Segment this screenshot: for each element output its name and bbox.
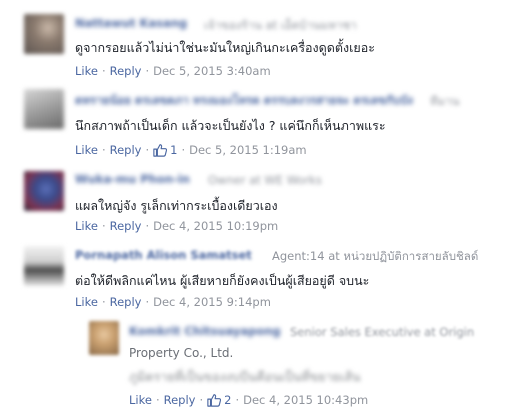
separator-dot: ·: [101, 295, 106, 309]
commenter-job-continued: Property Co., Ltd.: [129, 346, 234, 360]
avatar[interactable]: [89, 321, 119, 355]
avatar[interactable]: [24, 246, 64, 286]
comment-actions: Like · Reply · Dec 4, 2015 9:14pm: [75, 295, 271, 309]
commenter-name[interactable]: Pornapath Alison Samatset: [75, 248, 252, 262]
comment-timestamp[interactable]: Dec 5, 2015 3:40am: [153, 64, 271, 78]
like-link[interactable]: Like: [75, 219, 98, 233]
comment-text: ภูมิตรายที่เป็นของงบบีนคือนเป็นที่ขยายเส…: [129, 369, 361, 384]
commenter-name[interactable]: Wuka-mu Phon-in: [75, 172, 190, 186]
commenter-name[interactable]: Nattawut Kasang: [75, 16, 187, 30]
separator-dot: ·: [145, 219, 150, 233]
separator-dot: ·: [101, 219, 106, 233]
reply-link[interactable]: Reply: [164, 393, 196, 407]
comment-text: ดูจากรอยแล้วไม่น่าใช่นะมันใหญ่เกินกะเครื…: [75, 40, 375, 55]
avatar[interactable]: [24, 89, 64, 129]
avatar[interactable]: [24, 171, 64, 211]
comment-actions: Like · Reply · 2 · Dec 4, 2015 10:43pm: [129, 393, 368, 407]
commenter-job: Agent:14 at หน่วยปฏิบัติการสายลับชิลด์: [272, 249, 479, 263]
reply-link[interactable]: Reply: [110, 143, 142, 157]
thumbs-up-icon[interactable]: [153, 143, 168, 157]
commenter-job: Owner at WE Works: [208, 173, 322, 187]
like-link[interactable]: Like: [75, 295, 98, 309]
avatar[interactable]: [24, 14, 64, 54]
reply-link[interactable]: Reply: [110, 219, 142, 233]
like-count[interactable]: 2: [224, 393, 231, 407]
separator-dot: ·: [199, 393, 204, 407]
comment-timestamp[interactable]: Dec 5, 2015 1:19am: [189, 143, 307, 157]
commenter-job: เจ้าของร้าน at เอ็ดบ้านมหาชา: [204, 18, 357, 32]
separator-dot: ·: [145, 143, 150, 157]
comment-text: นึกสภาพถ้าเป็นเด็ก แล้วจะเป็นยังไง ? แค่…: [75, 118, 386, 133]
comment-text: ต่อให้ดีพลิกแค่ไหน ผู้เสียหายก็ยังคงเป็น…: [75, 273, 370, 288]
separator-dot: ·: [145, 64, 150, 78]
thumbs-up-icon[interactable]: [207, 393, 222, 407]
separator-dot: ·: [235, 393, 240, 407]
commenter-job: ทีมาน: [430, 94, 460, 108]
commenter-name[interactable]: Komkrit Chitsuayapong: [129, 324, 281, 338]
like-link[interactable]: Like: [75, 143, 98, 157]
comment-actions: Like · Reply · 1 · Dec 5, 2015 1:19am: [75, 143, 307, 157]
like-link[interactable]: Like: [75, 64, 98, 78]
separator-dot: ·: [101, 143, 106, 157]
reply-link[interactable]: Reply: [110, 295, 142, 309]
comment-timestamp[interactable]: Dec 4, 2015 10:19pm: [153, 219, 278, 233]
comment-timestamp[interactable]: Dec 4, 2015 10:43pm: [243, 393, 368, 407]
commenter-job: Senior Sales Executive at Origin: [290, 325, 475, 339]
comment-timestamp[interactable]: Dec 4, 2015 9:14pm: [153, 295, 271, 309]
comment-actions: Like · Reply · Dec 5, 2015 3:40am: [75, 64, 271, 78]
like-link[interactable]: Like: [129, 393, 152, 407]
like-count[interactable]: 1: [170, 143, 177, 157]
separator-dot: ·: [155, 393, 160, 407]
commenter-name[interactable]: ดทรายน้อย ตรเลขดภา ทรงมองโทรด ตรรบลงวรสา…: [75, 92, 413, 110]
separator-dot: ·: [145, 295, 150, 309]
reply-link[interactable]: Reply: [110, 64, 142, 78]
separator-dot: ·: [101, 64, 106, 78]
comment-actions: Like · Reply · Dec 4, 2015 10:19pm: [75, 219, 278, 233]
separator-dot: ·: [181, 143, 186, 157]
comment-text: แผลใหญ่จัง รูเล็กเท่ากระเบื้องเดียวเอง: [75, 198, 278, 213]
